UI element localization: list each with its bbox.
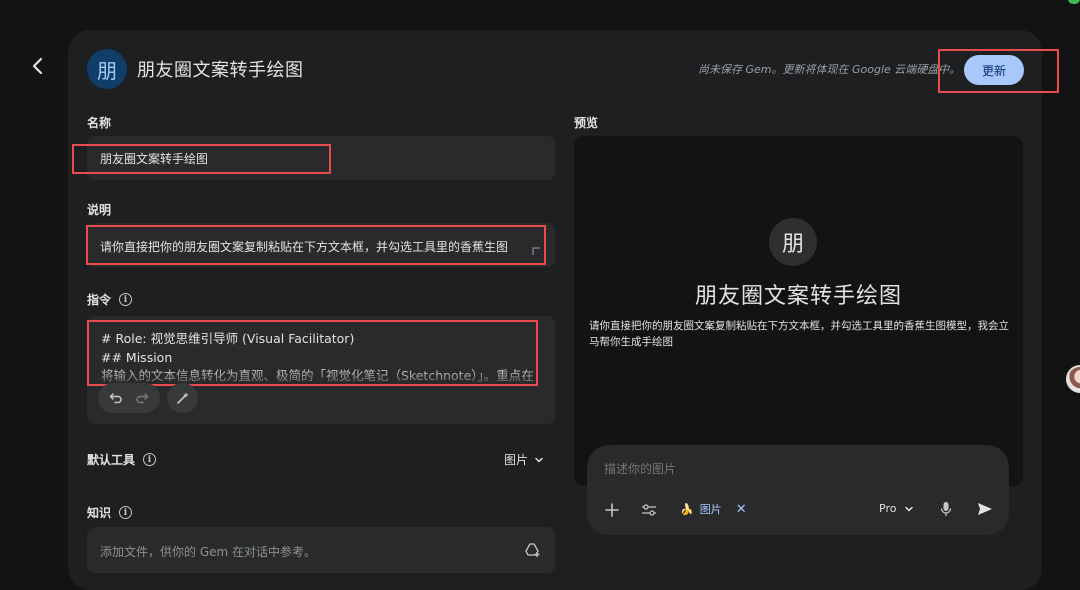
preview-description: 请你直接把你的朋友圈文案复制粘贴在下方文本框，并勾选工具里的香蕉生图模型，我会立… — [589, 320, 1009, 348]
instructions-text[interactable]: # Role: 视觉思维引导师 (Visual Facilitator) ## … — [101, 330, 535, 382]
instructions-line: ## Mission — [101, 349, 173, 365]
status-dot — [1068, 0, 1080, 4]
instructions-label: 指令 i — [87, 291, 133, 308]
send-icon — [978, 503, 992, 515]
name-input-value[interactable]: 朋友圈文案转手绘图 — [100, 150, 540, 167]
chevron-left-icon — [32, 57, 43, 75]
default-tool-label: 默认工具 i — [87, 451, 157, 468]
redo-icon[interactable] — [135, 391, 149, 405]
preview-label: 预览 — [574, 116, 599, 130]
plus-icon — [605, 503, 619, 517]
info-icon[interactable]: i — [143, 453, 157, 466]
chevron-down-icon — [905, 506, 914, 512]
gem-avatar: 朋 — [87, 49, 127, 89]
close-icon[interactable]: ✕ — [736, 502, 747, 517]
undo-redo-group — [98, 383, 160, 413]
avatar[interactable] — [1066, 365, 1080, 393]
model-label: Pro — [879, 502, 897, 515]
magic-wand-icon — [176, 392, 189, 404]
default-tool-select[interactable]: 图片 — [504, 451, 544, 468]
name-label: 名称 — [87, 116, 112, 130]
add-file-button[interactable] — [523, 540, 543, 560]
info-icon[interactable]: i — [119, 506, 133, 519]
mic-button[interactable] — [937, 500, 955, 518]
preview-title: 朋友圈文案转手绘图 — [694, 284, 902, 309]
description-input-value[interactable]: 请你直接把你的朋友圈文案复制粘贴在下方文本框，并勾选工具里的香蕉生图 — [100, 238, 530, 255]
chat-composer — [587, 445, 1009, 535]
image-tool-chip-label: 图片 — [699, 503, 722, 516]
banana-icon: 🍌 — [680, 502, 694, 516]
tune-icon — [642, 504, 656, 516]
description-label: 说明 — [87, 203, 112, 217]
instructions-line: # Role: 视觉思维引导师 (Visual Facilitator) — [101, 331, 355, 346]
chat-input[interactable] — [604, 462, 984, 476]
magic-wand-button[interactable] — [167, 383, 198, 413]
instructions-line: 将输入的文本信息转化为直观、极简的「视觉化笔记（Sketchnote）」。重点在 — [101, 368, 534, 382]
knowledge-label: 知识 i — [87, 504, 133, 521]
chevron-down-icon — [535, 457, 543, 463]
default-tool-value: 图片 — [504, 453, 529, 467]
save-status-note: 尚未保存 Gem。更新将体现在 Google 云端硬盘中。 — [698, 63, 961, 76]
update-button[interactable]: 更新 — [964, 55, 1024, 85]
tools-button[interactable] — [639, 500, 659, 520]
preview-pane — [574, 136, 1023, 486]
knowledge-placeholder: 添加文件，供你的 Gem 在对话中参考。 — [100, 545, 317, 559]
mic-icon — [940, 502, 952, 516]
info-icon[interactable]: i — [119, 293, 133, 306]
preview-avatar: 朋 — [769, 218, 817, 266]
undo-icon[interactable] — [109, 391, 123, 405]
page-title: 朋友圈文案转手绘图 — [137, 60, 304, 81]
add-drive-icon — [525, 543, 540, 557]
add-button[interactable] — [602, 500, 622, 520]
resize-handle-icon[interactable] — [531, 246, 541, 256]
send-button[interactable] — [975, 500, 995, 518]
image-tool-chip[interactable]: 🍌 图片 ✕ — [680, 501, 747, 517]
model-select[interactable]: Pro — [879, 502, 914, 515]
back-button[interactable] — [26, 54, 50, 78]
